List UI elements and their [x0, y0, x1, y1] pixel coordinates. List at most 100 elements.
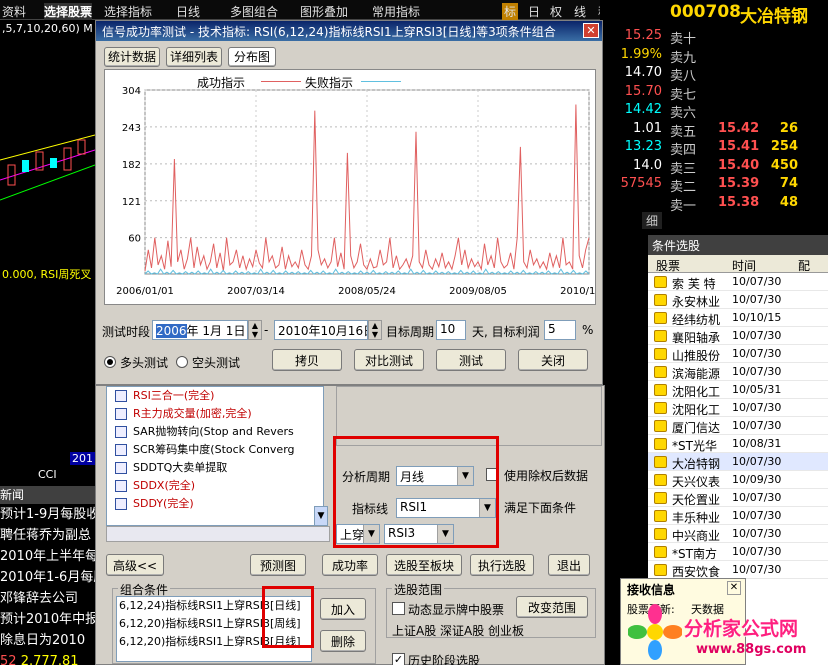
kline-chart[interactable]: ,5,7,10,20,60) M 0.000, RSI周死叉 CCI 201 [0, 20, 95, 490]
stock-icon [654, 384, 667, 396]
delete-button[interactable]: 删除 [320, 630, 366, 652]
stock-icon [654, 312, 667, 324]
radio-short[interactable] [176, 356, 188, 368]
stock-icon [654, 564, 667, 576]
toolbar-line[interactable]: 线 [574, 3, 586, 20]
radio-long[interactable] [104, 356, 116, 368]
menu-common-indicator[interactable]: 常用指标 [372, 3, 420, 20]
dynamic-checkbox[interactable] [392, 602, 405, 615]
add-button[interactable]: 加入 [320, 598, 366, 620]
stock-icon [654, 330, 667, 342]
tab-detail-list[interactable]: 详细列表 [166, 47, 222, 67]
fine-label[interactable]: 细 [642, 212, 663, 229]
stock-icon [654, 474, 667, 486]
list-item[interactable]: SDDTQ大卖单提取 [109, 459, 323, 477]
test-button[interactable]: 测试 [436, 349, 506, 371]
list-item[interactable]: SCR筹码集中度(Stock Converg [109, 441, 323, 459]
list-item[interactable]: SAR抛物转向(Stop and Revers [109, 423, 323, 441]
list-item[interactable]: RSI三合一(完全) [109, 387, 323, 405]
select-date: 10/07/30 [732, 527, 782, 540]
exit-button[interactable]: 退出 [548, 554, 590, 576]
stock-name: 厦门信达 [672, 421, 721, 435]
table-row[interactable]: 沈阳化工 10/05/31 [648, 381, 828, 399]
table-row[interactable]: 索 芙 特 10/07/30 [648, 273, 828, 291]
news-item[interactable]: 除息日为2010 [0, 630, 95, 651]
table-row[interactable]: 中兴商业 10/07/30 [648, 525, 828, 543]
news-title: 新闻 [0, 486, 95, 504]
scroll-down-icon[interactable]: ▼ [314, 506, 328, 526]
stock-name: 天兴仪表 [672, 475, 721, 489]
table-row[interactable]: 襄阳轴承 10/07/30 [648, 327, 828, 345]
table-row[interactable]: 丰乐种业 10/07/30 [648, 507, 828, 525]
list-item-label: SCR筹码集中度(Stock Converg [133, 443, 295, 456]
success-rate-button[interactable]: 成功率 [322, 554, 378, 576]
table-row[interactable]: 大冶特钢 10/07/30 [648, 453, 828, 471]
toolbar-day[interactable]: 日 [528, 3, 540, 20]
indicator-list[interactable]: RSI三合一(完全) R主力成交量(加密,完全) SAR抛物转向(Stop and … [106, 386, 324, 526]
col-stock[interactable]: 股票 [656, 257, 680, 274]
menu-daily[interactable]: 日线 [176, 3, 200, 20]
to-block-button[interactable]: 选股至板块 [386, 554, 462, 576]
table-row[interactable]: 山推股份 10/07/30 [648, 345, 828, 363]
menu-select-stock[interactable]: 选择股票 [44, 3, 93, 20]
news-item[interactable]: 聘任蒋乔为副总 [0, 525, 95, 546]
news-item[interactable]: 2010年1-6月每股 [0, 567, 106, 588]
news-item[interactable]: 预计1-9月每股收 [0, 504, 99, 525]
table-row[interactable]: 天兴仪表 10/09/30 [648, 471, 828, 489]
tab-stats[interactable]: 统计数据 [104, 47, 160, 67]
stock-name: 襄阳轴承 [672, 331, 721, 345]
col-config[interactable]: 配 [798, 257, 810, 274]
history-checkbox[interactable]: ✓ [392, 653, 405, 665]
preview-chart-button[interactable]: 预测图 [250, 554, 306, 576]
formula-icon [115, 462, 127, 474]
end-spinner[interactable]: ▲ ▼ [368, 320, 382, 340]
start-date-field[interactable]: 2006年 1月 1日 [152, 320, 248, 340]
close-icon[interactable]: ✕ [727, 581, 741, 595]
percent-label: % [582, 323, 594, 337]
table-row[interactable]: *ST光华 10/08/31 [648, 435, 828, 453]
target-period-input[interactable]: 10 [436, 320, 466, 340]
toolbar-right[interactable]: 权 [550, 3, 562, 20]
list-item[interactable]: SDDX(完全) [109, 477, 323, 495]
col-time[interactable]: 时间 [732, 257, 756, 274]
list-item[interactable]: R主力成交量(加密,完全) [109, 405, 323, 423]
table-row[interactable]: *ST南方 10/07/30 [648, 543, 828, 561]
tab-distribution[interactable]: 分布图 [228, 47, 276, 67]
table-row[interactable]: 厦门信达 10/07/30 [648, 417, 828, 435]
news-item[interactable]: 预计2010年中报 [0, 609, 98, 630]
stock-name: 沈阳化工 [672, 403, 721, 417]
stock-list: 索 芙 特 10/07/30 永安林业 10/07/30 经纬纺机 10/10/15 襄阳轴… [648, 273, 828, 579]
advanced-button[interactable]: 高级<< [106, 554, 164, 576]
table-row[interactable]: 经纬纺机 10/10/15 [648, 309, 828, 327]
menu-info[interactable]: 资料 [2, 3, 26, 20]
desktop: 资料 选择股票 选择指标 日线 多图组合 图形叠加 常用指标 标 日 权 线 移… [0, 0, 828, 665]
news-item[interactable]: 2010年上半年每 [0, 546, 98, 567]
toolbar-mark[interactable]: 标 [502, 3, 519, 20]
table-row[interactable]: 滨海能源 10/07/30 [648, 363, 828, 381]
compare-test-button[interactable]: 对比测试 [354, 349, 424, 371]
target-rate-input[interactable]: 5 [544, 320, 576, 340]
table-row[interactable]: 永安林业 10/07/30 [648, 291, 828, 309]
hscroll[interactable] [106, 526, 330, 542]
menu-select-indicator[interactable]: 选择指标 [104, 3, 152, 20]
dynamic-label: 动态显示牌中股票 [408, 603, 505, 617]
dialog-titlebar: 信号成功率测试 - 技术指标: RSI(6,12,24)指标线RSI1上穿RSI… [96, 21, 602, 41]
stock-name: 索 芙 特 [672, 277, 716, 291]
menu-overlay[interactable]: 图形叠加 [300, 3, 348, 20]
table-row[interactable]: 天伦置业 10/07/30 [648, 489, 828, 507]
signal-test-dialog: 信号成功率测试 - 技术指标: RSI(6,12,24)指标线RSI1上穿RSI… [95, 20, 603, 385]
table-row[interactable]: 西安饮食 10/07/30 [648, 561, 828, 579]
end-date-field[interactable]: 2010年10月16日 [274, 320, 368, 340]
execute-select-button[interactable]: 执行选股 [470, 554, 534, 576]
copy-button[interactable]: 拷贝 [272, 349, 342, 371]
close-button[interactable]: 关闭 [518, 349, 588, 371]
radio-long-label: 多头测试 [120, 356, 169, 370]
menu-multi-chart[interactable]: 多图组合 [230, 3, 278, 20]
start-spinner[interactable]: ▲ ▼ [248, 320, 262, 340]
table-row[interactable]: 沈阳化工 10/07/30 [648, 399, 828, 417]
stock-name: 永安林业 [672, 295, 721, 309]
close-icon[interactable]: ✕ [583, 23, 599, 38]
news-item[interactable]: 邓锋辞去公司 [0, 588, 95, 609]
change-range-button[interactable]: 改变范围 [516, 596, 588, 618]
list-item[interactable]: SDDY(完全) [109, 495, 323, 513]
